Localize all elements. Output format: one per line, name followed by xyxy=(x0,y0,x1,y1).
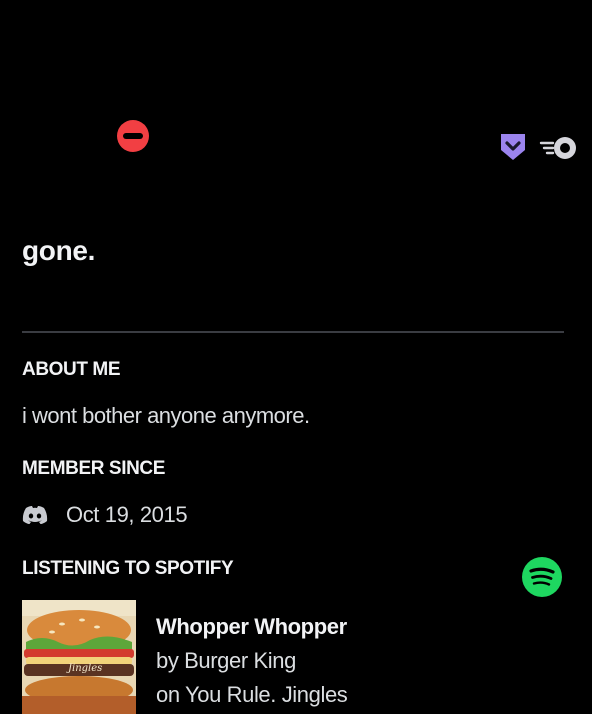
spotify-heading: LISTENING TO SPOTIFY xyxy=(22,558,234,579)
burger-album-art-image: Jingles xyxy=(22,600,136,714)
display-name: gone. xyxy=(22,235,96,266)
hypesquad-badge-icon[interactable] xyxy=(499,132,527,162)
about-me-heading: ABOUT ME xyxy=(22,359,121,380)
member-since-heading: MEMBER SINCE xyxy=(22,458,165,479)
dnd-status-icon xyxy=(117,120,149,152)
track-artist[interactable]: by Burger King xyxy=(156,644,347,678)
album-art-text: Jingles xyxy=(66,663,102,674)
album-art[interactable]: Jingles xyxy=(22,600,136,714)
spotify-icon[interactable] xyxy=(521,556,563,598)
about-me-text: i wont bother anyone anymore. xyxy=(22,403,310,428)
discord-icon xyxy=(22,506,48,524)
track-album[interactable]: on You Rule. Jingles xyxy=(156,678,348,712)
member-since-date: Oct 19, 2015 xyxy=(66,502,188,527)
divider xyxy=(22,331,564,333)
track-title[interactable]: Whopper Whopper xyxy=(156,610,347,644)
track-info: Whopper Whopper by Burger King on You Ru… xyxy=(156,610,348,712)
member-since-row: Oct 19, 2015 xyxy=(22,502,188,528)
nitro-badge-icon[interactable] xyxy=(538,132,580,162)
